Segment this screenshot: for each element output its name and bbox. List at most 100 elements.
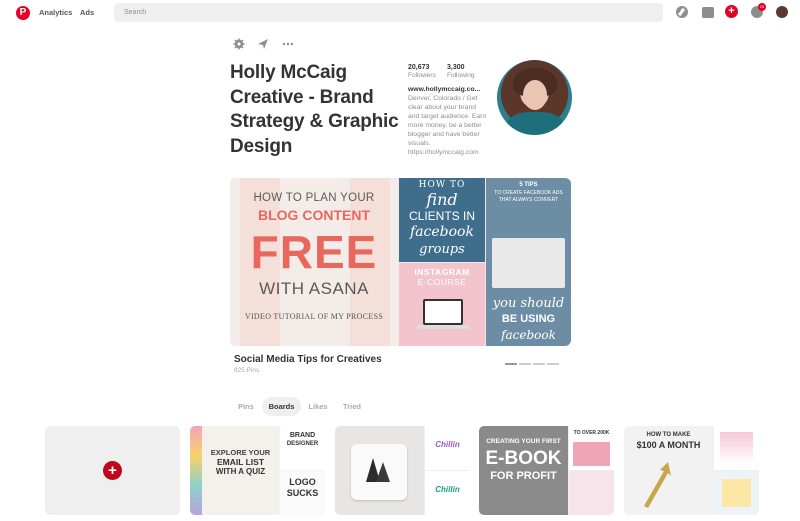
board-tile-instagram-course: INSTAGRAM E-COURSE [399,263,485,346]
board-side-cover [569,471,614,515]
arrow-graphic [644,462,671,508]
top-navigation-bar: P Analytics Ads Search + 15 [0,0,800,24]
tile-text: E-COURSE [417,277,467,287]
board-cover-text: TO OVER 200K [573,430,610,436]
board-side-cover: Chillin [425,471,470,515]
followers-label[interactable]: Followers [408,72,436,79]
board-cover-text: EMAIL LIST [216,457,265,467]
cover-heading-line: FREE [250,226,378,278]
tile-text: facebook [410,224,474,240]
add-pin-icon[interactable]: + [725,5,738,18]
board-side-cover: Chillin [425,426,470,470]
share-send-icon[interactable] [257,38,269,50]
profile-name: Holly McCaig Creative - Brand Strategy &… [230,62,399,157]
board-cover-text: WITH A QUIZ [215,467,266,476]
user-avatar-icon[interactable] [776,6,788,18]
board-cover-text: $100 A MONTH [636,440,701,450]
board-cover-text: CREATING YOUR FIRST [486,438,561,445]
board-card[interactable]: HOW TO MAKE $100 A MONTH [624,426,759,515]
board-cover-text: E-BOOK [485,448,562,469]
profile-avatar [497,60,572,135]
tile-text: BE USING [501,313,556,325]
more-options-icon[interactable] [282,38,294,50]
board-tile-facebook-ads: 5 TIPS TO CREATE FACEBOOK ADS THAT ALWAY… [486,178,571,346]
color-stripe [190,426,202,515]
search-input[interactable]: Search [114,3,663,22]
tile-text: 5 TIPS [519,182,538,188]
featured-board-title[interactable]: Social Media Tips for Creatives [234,354,382,365]
notebook-image [722,479,751,507]
tree-graphic [366,458,390,482]
tab-pins[interactable]: Pins [232,397,260,416]
board-card[interactable]: CREATING YOUR FIRST E-BOOK FOR PROFIT TO… [479,426,614,515]
board-tile-facebook-groups: HOW TO find CLIENTS IN facebook groups [399,178,485,262]
tab-likes[interactable]: Likes [304,397,332,416]
ads-link[interactable]: Ads [80,8,94,17]
pinterest-logo-icon[interactable]: P [16,6,30,20]
cover-heading-line: BLOG CONTENT [258,207,370,223]
board-cover: EXPLORE YOUR EMAIL LIST WITH A QUIZ [190,426,279,515]
board-cover: HOW TO MAKE $100 A MONTH [624,426,713,515]
board-card[interactable]: Chillin Chillin [335,426,470,515]
board-cover [335,426,424,515]
settings-gear-icon[interactable] [233,38,245,50]
board-cover-text: Chillin [435,485,460,494]
followers-count[interactable]: 20,673 [408,64,429,71]
board-side-cover: LOGO SUCKS [280,471,325,515]
tab-boards[interactable]: Boards [262,397,301,416]
tile-text: groups [419,242,465,257]
board-card[interactable]: EXPLORE YOUR EMAIL LIST WITH A QUIZ BRAN… [190,426,325,515]
tile-text: HOW TO [418,180,466,190]
carousel-dot[interactable] [533,363,545,365]
board-cover-text: BRAND [289,432,316,439]
notification-badge: 15 [758,3,766,11]
board-side-cover: TO OVER 200K [569,426,614,470]
carousel-indicator[interactable] [505,352,561,370]
board-cover-text: Chillin [435,440,460,449]
analytics-link[interactable]: Analytics [39,8,72,17]
board-cover-text: FOR PROFIT [490,470,557,482]
profile-website-link[interactable]: www.hollymccaig.co... [408,86,488,93]
phone-photo [492,238,565,288]
featured-board-pin-count: 825 Pins [234,367,260,374]
board-cover-text: EXPLORE YOUR [210,448,271,457]
laptop-base [417,325,469,329]
tile-text: you should [492,296,565,311]
board-cover-text: LOGO [289,477,316,487]
board-cover-text: SUCKS [286,488,319,498]
tile-text: TO CREATE FACEBOOK ADS [494,190,563,196]
board-side-cover [714,471,759,515]
create-board-plus-icon[interactable]: + [103,461,122,480]
desk-image [573,442,610,466]
explore-compass-icon[interactable] [676,6,688,18]
tile-text: find [426,190,458,209]
cover-heading-line: HOW TO PLAN YOUR [253,192,375,204]
cover-subheading: VIDEO TUTORIAL OF MY PROCESS [244,312,384,321]
avatar-body [507,112,563,135]
tab-tried[interactable]: Tried [337,397,367,416]
board-cover-text: DESIGNER [286,441,319,447]
tile-text: THAT ALWAYS CONVERT [498,197,559,203]
tile-text: facebook [501,328,556,342]
avatar-face [523,80,547,110]
search-placeholder: Search [124,9,147,16]
following-label[interactable]: Following [447,72,474,79]
board-cover: CREATING YOUR FIRST E-BOOK FOR PROFIT [479,426,568,515]
board-cover-image: HOW TO PLAN YOUR BLOG CONTENT FREE WITH … [230,178,398,346]
carousel-dot[interactable] [547,363,559,365]
cover-heading-line: WITH ASANA [259,279,369,298]
profile-bio: Denver, Colorado / Get clear about your … [408,95,487,156]
email-image [720,432,753,464]
carousel-dot[interactable] [519,363,531,365]
tile-text: INSTAGRAM [414,267,470,277]
shopping-bag-icon[interactable] [702,7,714,18]
tile-text: CLIENTS IN [408,209,475,223]
board-cover-text: HOW TO MAKE [646,432,691,438]
create-board-card[interactable]: + [45,426,180,515]
following-count[interactable]: 3,300 [447,64,465,71]
board-side-cover [714,426,759,470]
carousel-dot[interactable] [505,363,517,365]
laptop-image [423,299,463,325]
board-side-cover: BRAND DESIGNER [280,426,325,470]
featured-board-cover[interactable]: HOW TO PLAN YOUR BLOG CONTENT FREE WITH … [230,178,571,346]
